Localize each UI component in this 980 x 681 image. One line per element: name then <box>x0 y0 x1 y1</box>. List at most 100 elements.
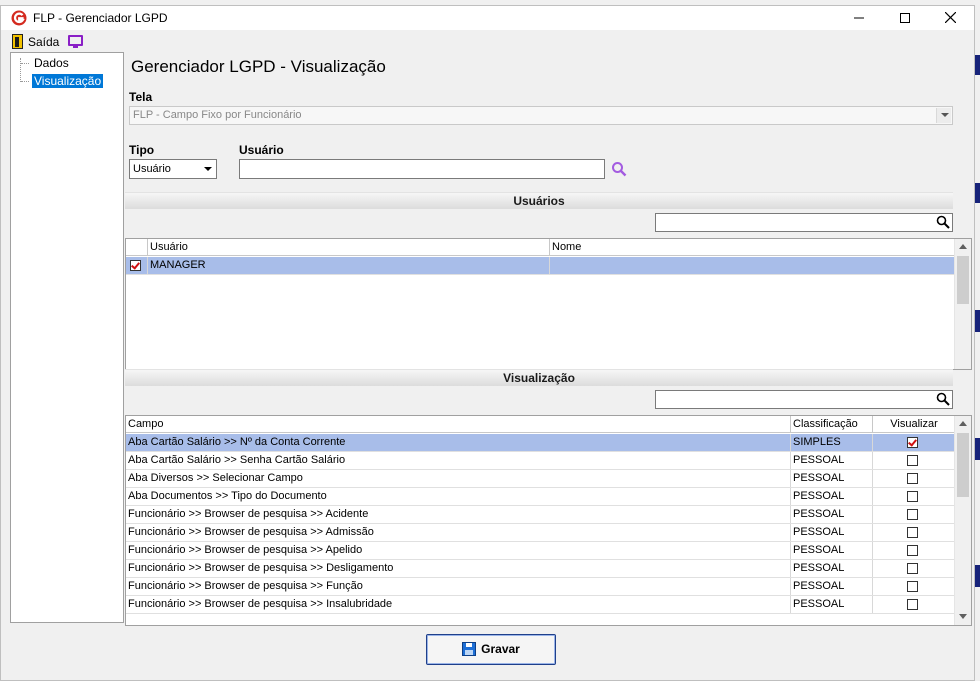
classificacao-cell: PESSOAL <box>791 452 873 469</box>
table-row[interactable]: Aba Diversos >> Selecionar Campo PESSOAL <box>126 470 955 488</box>
classificacao-cell: SIMPLES <box>791 434 873 451</box>
classificacao-cell: PESSOAL <box>791 470 873 487</box>
table-row[interactable]: Aba Cartão Salário >> Senha Cartão Salár… <box>126 452 955 470</box>
background-strip <box>975 438 980 460</box>
header-check-column <box>126 239 148 256</box>
visualizar-checkbox[interactable] <box>907 563 918 574</box>
column-header-nome[interactable]: Nome <box>550 239 955 256</box>
table-row[interactable]: Funcionário >> Browser de pesquisa >> Ad… <box>126 524 955 542</box>
table-row[interactable]: Funcionário >> Browser de pesquisa >> De… <box>126 560 955 578</box>
close-button[interactable] <box>927 6 973 30</box>
usuarios-section-header: Usuários <box>125 192 953 209</box>
minimize-button[interactable] <box>836 6 882 30</box>
scroll-up-icon[interactable] <box>959 421 967 426</box>
exit-door-icon[interactable] <box>12 34 23 49</box>
tipo-label: Tipo <box>129 143 155 157</box>
minimize-icon <box>854 17 864 19</box>
campo-cell: Aba Documentos >> Tipo do Documento <box>126 488 791 505</box>
classificacao-cell: PESSOAL <box>791 596 873 613</box>
monitor-icon[interactable] <box>68 35 83 48</box>
column-header-usuario[interactable]: Usuário <box>148 239 550 256</box>
campo-cell: Funcionário >> Browser de pesquisa >> Fu… <box>126 578 791 595</box>
tree-connector <box>20 58 21 82</box>
save-button[interactable]: Gravar <box>426 634 556 665</box>
background-strip <box>975 565 980 587</box>
search-icon[interactable] <box>611 161 627 177</box>
tree-connector <box>21 63 29 64</box>
classificacao-cell: PESSOAL <box>791 488 873 505</box>
table-row[interactable]: Aba Documentos >> Tipo do Documento PESSO… <box>126 488 955 506</box>
campo-cell: Funcionário >> Browser de pesquisa >> Ad… <box>126 524 791 541</box>
main-window: FLP - Gerenciador LGPD Saída Dados Visua… <box>0 5 975 681</box>
scrollbar-thumb[interactable] <box>957 433 969 497</box>
chevron-down-icon <box>204 167 212 171</box>
scroll-up-icon[interactable] <box>959 244 967 249</box>
tree-item-visualizacao[interactable]: Visualização <box>32 74 104 88</box>
column-header-visualizar[interactable]: Visualizar <box>873 416 955 433</box>
visualizar-checkbox[interactable] <box>907 545 918 556</box>
maximize-icon <box>900 13 910 23</box>
save-icon <box>462 642 477 656</box>
visualizar-checkbox[interactable] <box>907 473 918 484</box>
campo-cell: Funcionário >> Browser de pesquisa >> Ap… <box>126 542 791 559</box>
visualizar-checkbox[interactable] <box>907 599 918 610</box>
visualizacao-search-input[interactable] <box>655 390 953 409</box>
usuarios-table: Usuário Nome MANAGER <box>125 238 972 370</box>
table-row[interactable]: MANAGER <box>126 257 955 275</box>
tela-label: Tela <box>129 90 153 104</box>
usuarios-search-input[interactable] <box>655 213 953 232</box>
visualizar-cell <box>873 542 955 559</box>
visualizar-checkbox[interactable] <box>907 437 918 448</box>
classificacao-cell: PESSOAL <box>791 506 873 523</box>
close-icon <box>944 11 956 24</box>
tipo-dropdown-arrow[interactable] <box>200 160 216 178</box>
visualizar-checkbox[interactable] <box>907 581 918 592</box>
table-row[interactable]: Funcionário >> Browser de pesquisa >> Ap… <box>126 542 955 560</box>
background-strip <box>975 183 980 203</box>
table-row[interactable]: Funcionário >> Browser de pesquisa >> In… <box>126 596 955 614</box>
table-row[interactable]: Funcionário >> Browser de pesquisa >> Ac… <box>126 506 955 524</box>
table-row[interactable]: Aba Cartão Salário >> Nº da Conta Corren… <box>126 434 955 452</box>
menu-bar: Saída <box>1 32 974 52</box>
scrollbar-thumb[interactable] <box>957 256 969 304</box>
visualizacao-table-header: Campo Classificação Visualizar <box>126 416 955 433</box>
background-strip <box>975 55 980 75</box>
row-checkbox[interactable] <box>130 260 141 271</box>
tree-item-dados[interactable]: Dados <box>32 56 71 70</box>
exit-menu-item[interactable]: Saída <box>28 35 59 49</box>
search-icon[interactable] <box>936 392 950 406</box>
row-check-cell <box>126 257 148 274</box>
visualizacao-vertical-scrollbar[interactable] <box>954 416 971 625</box>
usuarios-vertical-scrollbar[interactable] <box>954 239 971 369</box>
campo-cell: Funcionário >> Browser de pesquisa >> Ac… <box>126 506 791 523</box>
page-title: Gerenciador LGPD - Visualização <box>131 57 386 76</box>
column-header-campo[interactable]: Campo <box>126 416 791 433</box>
chevron-down-icon <box>941 113 949 117</box>
tipo-select[interactable]: Usuário <box>129 159 217 179</box>
scroll-down-icon[interactable] <box>959 614 967 619</box>
visualizacao-table: Campo Classificação Visualizar Aba Cartã… <box>125 415 972 626</box>
nome-cell <box>550 257 955 274</box>
visualizar-cell <box>873 452 955 469</box>
visualizar-cell <box>873 470 955 487</box>
visualizar-checkbox[interactable] <box>907 509 918 520</box>
tela-select: FLP - Campo Fixo por Funcionário <box>129 106 953 125</box>
save-button-label: Gravar <box>481 642 520 656</box>
classificacao-cell: PESSOAL <box>791 524 873 541</box>
visualizar-checkbox[interactable] <box>907 527 918 538</box>
column-header-classificacao[interactable]: Classificação <box>791 416 873 433</box>
search-icon[interactable] <box>936 215 950 229</box>
classificacao-cell: PESSOAL <box>791 560 873 577</box>
tree-connector <box>21 81 29 82</box>
usuario-input[interactable] <box>239 159 605 179</box>
usuario-label: Usuário <box>239 143 284 157</box>
background-strip <box>975 310 980 332</box>
visualizar-checkbox[interactable] <box>907 491 918 502</box>
usuario-cell: MANAGER <box>148 257 550 274</box>
table-row[interactable]: Funcionário >> Browser de pesquisa >> Fu… <box>126 578 955 596</box>
visualizar-cell <box>873 434 955 451</box>
visualizar-checkbox[interactable] <box>907 455 918 466</box>
content-panel: Gerenciador LGPD - Visualização Tela FLP… <box>124 52 972 626</box>
visualizar-cell <box>873 506 955 523</box>
maximize-button[interactable] <box>882 6 928 30</box>
